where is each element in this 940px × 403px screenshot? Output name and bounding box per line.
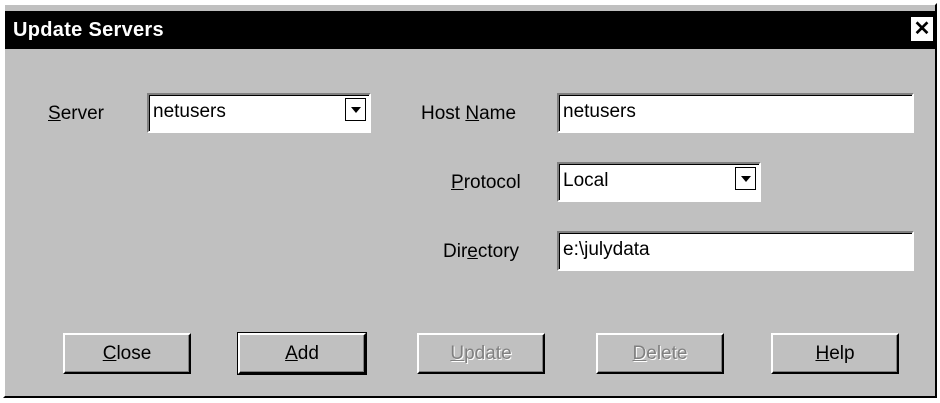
help-button[interactable]: Help (771, 333, 899, 374)
protocol-combobox[interactable]: Local (557, 162, 761, 202)
close-window-button[interactable]: ✕ (911, 17, 933, 41)
chevron-down-icon (741, 176, 751, 182)
protocol-value: Local (563, 170, 609, 191)
protocol-dropdown-button[interactable] (735, 167, 756, 190)
host-name-label: Host Name (421, 103, 517, 124)
server-value: netusers (153, 101, 226, 122)
window-title: Update Servers (13, 19, 164, 41)
protocol-label: Protocol (451, 172, 521, 193)
directory-input[interactable]: e:\julydata (557, 231, 914, 271)
host-name-value: netusers (563, 101, 636, 122)
server-combobox[interactable]: netusers (147, 93, 371, 133)
update-button: Update (417, 333, 545, 374)
close-icon: ✕ (913, 18, 931, 40)
directory-label: Directory (443, 241, 520, 262)
close-button[interactable]: Close (63, 333, 191, 374)
server-label: Server (48, 103, 104, 124)
title-bar[interactable]: Update Servers ✕ (5, 11, 935, 49)
add-button[interactable]: Add (237, 332, 367, 375)
host-name-input[interactable]: netusers (557, 93, 914, 133)
delete-button: Delete (596, 333, 724, 374)
server-dropdown-button[interactable] (345, 98, 366, 121)
chevron-down-icon (351, 107, 361, 113)
directory-value: e:\julydata (563, 239, 650, 260)
